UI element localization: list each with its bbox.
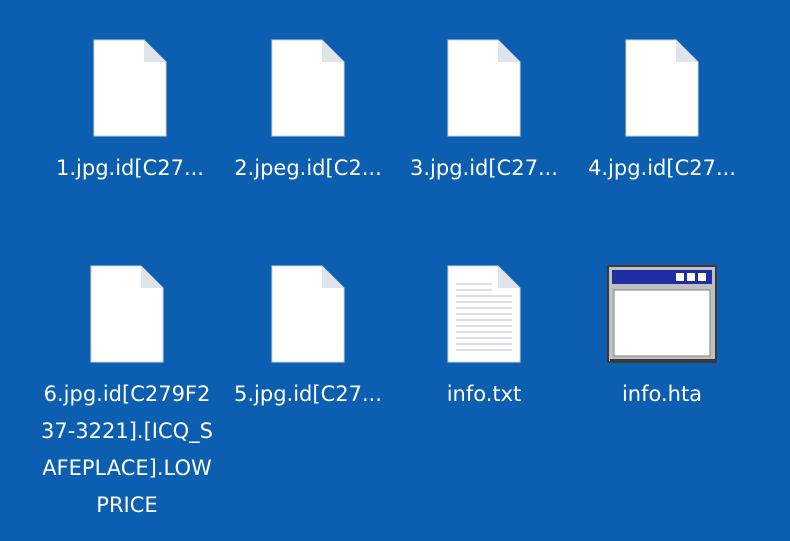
file-6-jpg-selected[interactable]: 6.jpg.id[C279F237-3221].[ICQ_SAFEPLACE].…: [37, 264, 217, 524]
file-2-jpeg[interactable]: 2.jpeg.id[C2...: [218, 38, 398, 187]
blank-file-icon: [270, 38, 346, 138]
text-file-icon: [446, 264, 522, 364]
file-name: 1.jpg.id[C27...: [56, 156, 204, 180]
blank-file-icon: [624, 38, 700, 138]
file-info-txt[interactable]: info.txt: [394, 264, 574, 413]
blank-file-icon: [92, 38, 168, 138]
file-name: info.txt: [446, 382, 522, 406]
blank-file-icon: [446, 38, 522, 138]
file-4-jpg[interactable]: 4.jpg.id[C27...: [572, 38, 752, 187]
blank-file-icon: [89, 264, 165, 364]
file-name: 4.jpg.id[C27...: [588, 156, 736, 180]
file-name: 3.jpg.id[C27...: [410, 156, 558, 180]
file-1-jpg[interactable]: 1.jpg.id[C27...: [40, 38, 220, 187]
file-name: info.hta: [621, 382, 703, 406]
file-info-hta[interactable]: info.hta: [572, 264, 752, 413]
hta-window-icon: [606, 264, 718, 364]
file-name: 5.jpg.id[C27...: [234, 382, 382, 406]
file-name: 6.jpg.id[C279F237-3221].[ICQ_SAFEPLACE].…: [40, 382, 214, 517]
file-3-jpg[interactable]: 3.jpg.id[C27...: [394, 38, 574, 187]
blank-file-icon: [270, 264, 346, 364]
file-name: 2.jpeg.id[C2...: [234, 156, 382, 180]
file-5-jpg[interactable]: 5.jpg.id[C27...: [218, 264, 398, 413]
desktop: 1.jpg.id[C27... 2.jpeg.id[C2... 3.jpg.id…: [0, 0, 790, 541]
